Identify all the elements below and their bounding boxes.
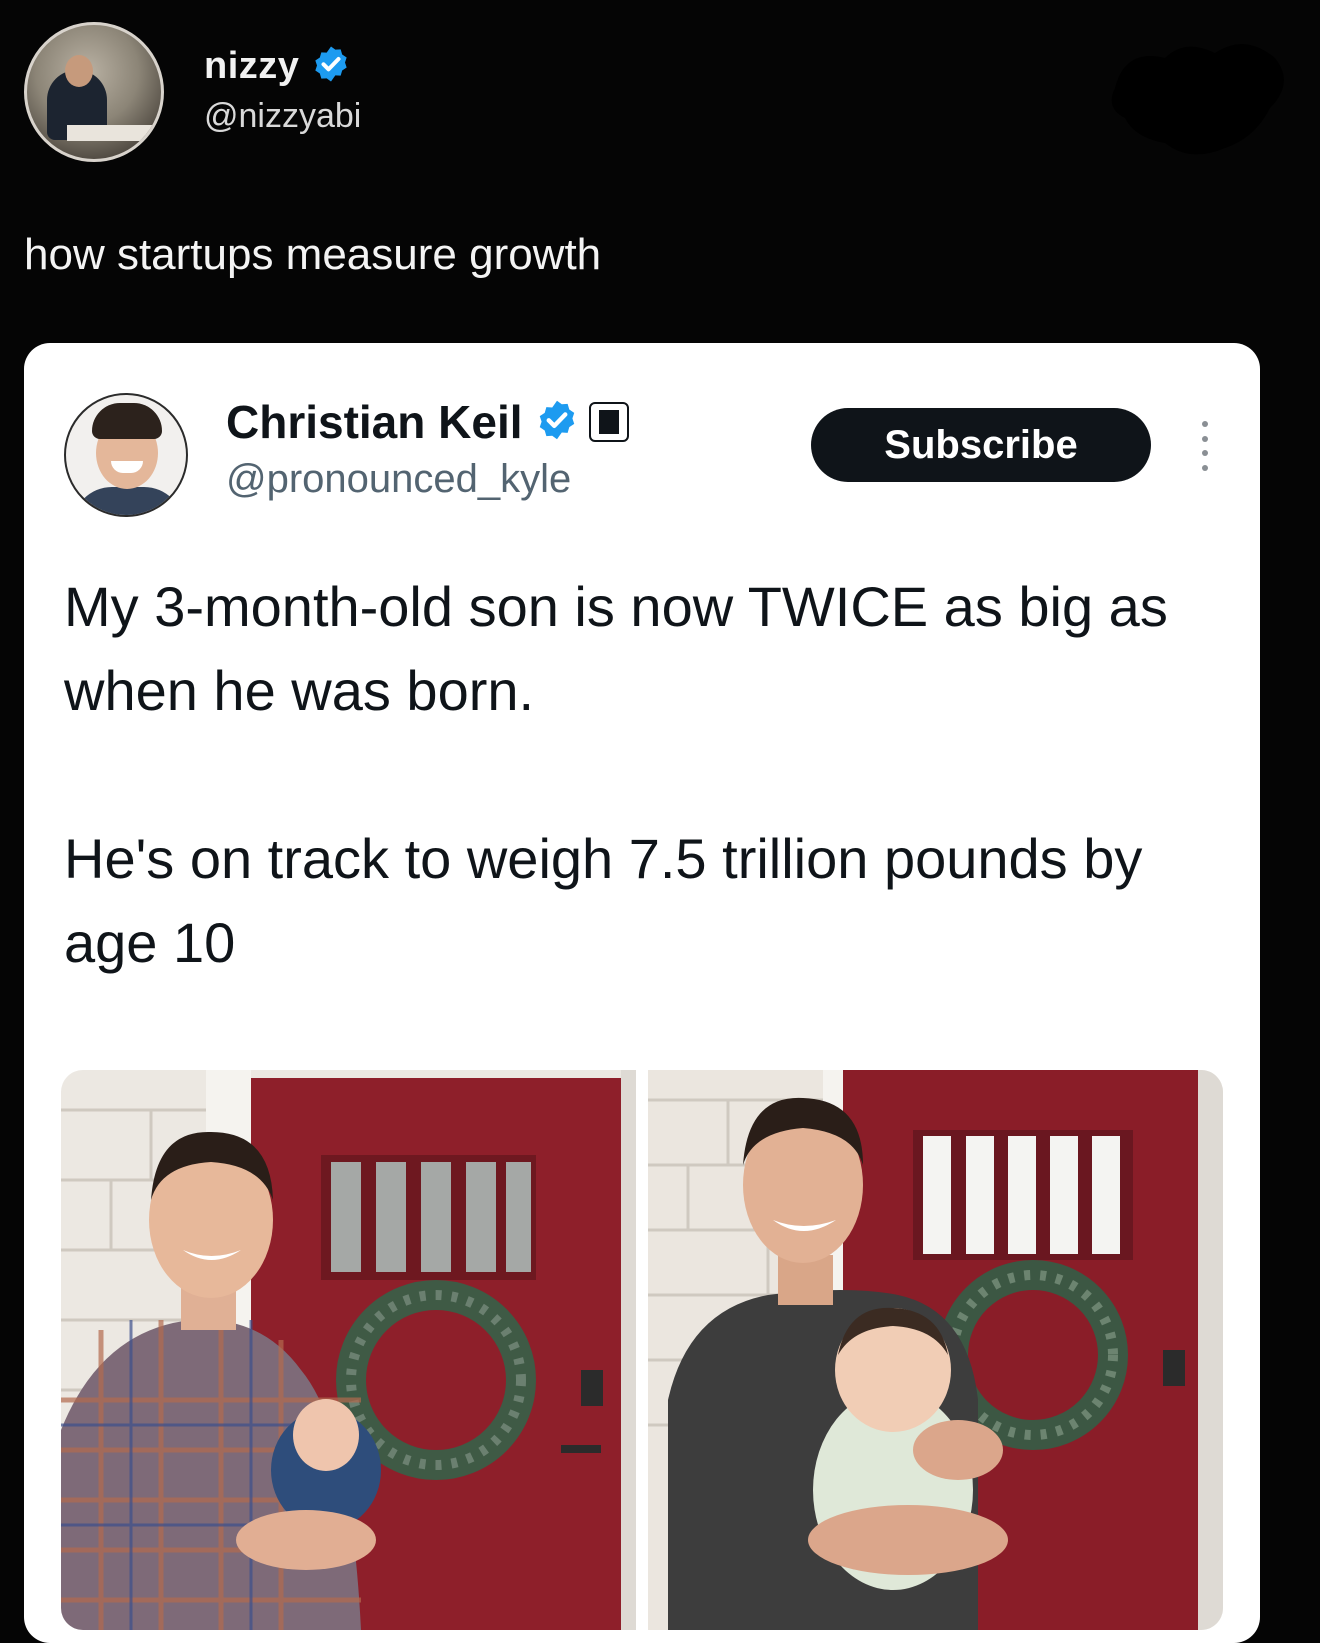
more-options-icon[interactable]: [1199, 421, 1211, 471]
outer-author-handle[interactable]: @nizzyabi: [204, 97, 361, 136]
post-media: [61, 1070, 1223, 1630]
verified-badge-icon: [311, 44, 351, 89]
quoted-post-text: My 3-month-old son is now TWICE as big a…: [64, 565, 1234, 985]
quoted-author-name[interactable]: Christian Keil: [226, 395, 523, 449]
outer-author-info: nizzy @nizzyabi: [204, 44, 361, 136]
redaction-scribble: [1111, 44, 1284, 155]
quoted-post-card[interactable]: Christian Keil @pronounced_kyle Subscrib…: [24, 343, 1260, 1643]
outer-author-name[interactable]: nizzy: [204, 45, 299, 88]
subscribe-button[interactable]: Subscribe: [811, 408, 1151, 482]
quoted-post-header: Christian Keil @pronounced_kyle Subscrib…: [64, 393, 1234, 523]
outer-author-avatar[interactable]: [24, 22, 164, 162]
outer-post-header: nizzy @nizzyabi: [24, 22, 361, 162]
quoted-author-avatar[interactable]: [64, 393, 188, 517]
photo-three-months[interactable]: [648, 1070, 1223, 1630]
quoted-post-paragraph-2: He's on track to weigh 7.5 trillion poun…: [64, 827, 1143, 974]
quoted-post-paragraph-1: My 3-month-old son is now TWICE as big a…: [64, 575, 1168, 722]
affiliate-badge-icon[interactable]: [588, 402, 629, 442]
quoted-author-info: Christian Keil @pronounced_kyle: [226, 395, 629, 502]
quoted-author-handle[interactable]: @pronounced_kyle: [226, 457, 629, 502]
verified-badge-icon: [535, 398, 579, 447]
photo-newborn[interactable]: [61, 1070, 636, 1630]
outer-post-text: how startups measure growth: [24, 230, 602, 279]
